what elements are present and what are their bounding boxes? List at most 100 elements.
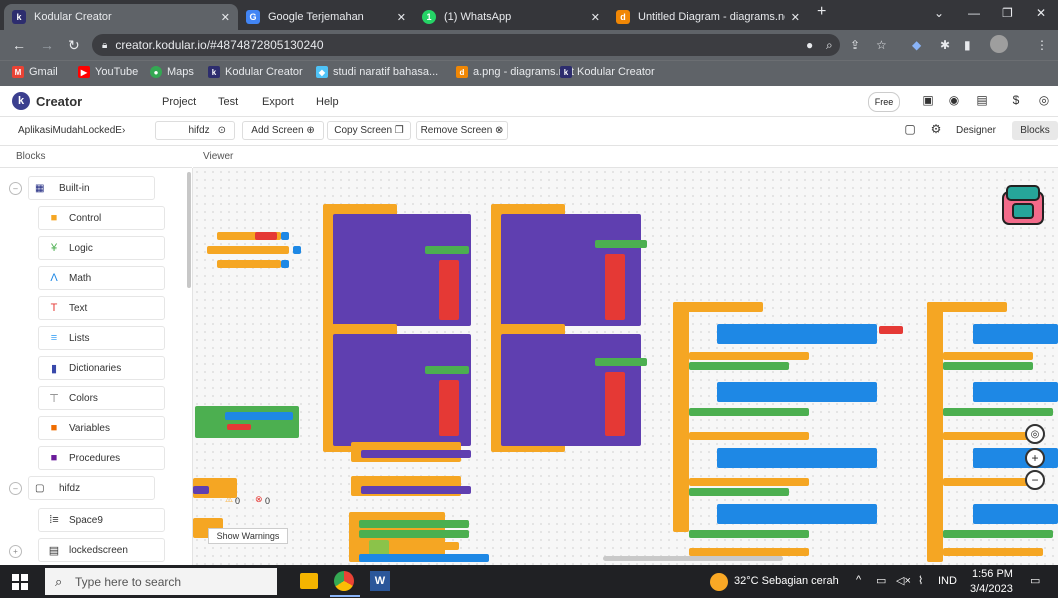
- share-icon[interactable]: ⇪: [850, 38, 860, 52]
- procedure-call-block[interactable]: [193, 486, 209, 494]
- event-block[interactable]: [673, 302, 689, 532]
- screen-group-hifdz[interactable]: ▢ hifdz: [28, 476, 155, 500]
- designer-tab[interactable]: Designer: [950, 121, 1002, 140]
- number-block[interactable]: [281, 260, 289, 268]
- set-global-block[interactable]: [689, 432, 809, 440]
- set-color-block[interactable]: [943, 530, 1053, 538]
- tab-diagrams[interactable]: d Untitled Diagram - diagrams.net ✕: [608, 4, 808, 30]
- set-global-block[interactable]: [943, 352, 1033, 360]
- settings-gear-icon[interactable]: ⚙: [928, 122, 944, 138]
- blocks-tab[interactable]: Blocks: [1012, 121, 1058, 140]
- collapse-icon[interactable]: –: [9, 182, 22, 195]
- component-block[interactable]: [425, 246, 469, 254]
- set-color-block[interactable]: [689, 530, 809, 538]
- global-variable-block[interactable]: [207, 246, 289, 254]
- event-block[interactable]: [927, 302, 943, 562]
- set-visible-block[interactable]: [359, 520, 469, 528]
- bookmark-kodular[interactable]: k Kodular Creator: [208, 66, 303, 78]
- screen-selector[interactable]: hifdz ⊙: [155, 121, 235, 140]
- window-close-icon[interactable]: ✕: [1036, 6, 1046, 20]
- list-select-block[interactable]: [973, 448, 1058, 468]
- chrome-icon[interactable]: [334, 571, 354, 591]
- list-select-block[interactable]: [973, 382, 1058, 402]
- tab-google-translate[interactable]: G Google Terjemahan ✕: [238, 4, 414, 30]
- battery-icon[interactable]: ▭: [876, 574, 886, 587]
- text-block[interactable]: [605, 372, 625, 436]
- bookmark-kodular-2[interactable]: k Kodular Creator: [560, 66, 655, 78]
- category-lists[interactable]: ≡ Lists: [38, 326, 165, 350]
- windows-start-icon[interactable]: [12, 574, 28, 590]
- list-select-block[interactable]: [973, 324, 1058, 344]
- workspace-scrollbar[interactable]: [603, 556, 783, 561]
- file-explorer-icon[interactable]: [300, 573, 318, 589]
- phone-preview-icon[interactable]: ▢: [902, 122, 918, 138]
- zoom-icon[interactable]: ⌕: [826, 38, 833, 53]
- remove-screen-button[interactable]: Remove Screen ⊗: [416, 121, 508, 140]
- text-block[interactable]: [255, 232, 277, 240]
- builtin-group[interactable]: ▦ Built-in: [28, 176, 155, 200]
- tab-kodular-creator[interactable]: k Kodular Creator ✕: [4, 4, 238, 30]
- set-global-block[interactable]: [689, 478, 809, 486]
- backpack-icon[interactable]: [997, 180, 1049, 226]
- set-color-block[interactable]: [689, 488, 789, 496]
- event-header[interactable]: [927, 302, 1007, 312]
- list-select-block[interactable]: [717, 504, 877, 524]
- set-global-block[interactable]: [689, 352, 809, 360]
- tab-whatsapp[interactable]: 1 (1) WhatsApp ✕: [414, 4, 608, 30]
- component-block[interactable]: [595, 358, 647, 366]
- url-bar[interactable]: 🔒︎ creator.kodular.io/#4874872805130240: [92, 34, 840, 56]
- chrome-menu-icon[interactable]: ⋮: [1036, 38, 1048, 52]
- set-global-block[interactable]: [943, 548, 1043, 556]
- projects-icon[interactable]: ▣: [920, 93, 936, 109]
- zoom-in-icon[interactable]: +: [1025, 448, 1045, 468]
- zoom-out-icon[interactable]: −: [1025, 470, 1045, 490]
- taskbar-search-input[interactable]: ⌕ Type here to search: [45, 568, 277, 595]
- expand-icon[interactable]: +: [9, 545, 22, 558]
- tab-search-icon[interactable]: ⌄: [934, 6, 944, 20]
- procedure-call-block[interactable]: [361, 486, 471, 494]
- menu-test[interactable]: Test: [218, 96, 238, 108]
- panel-scrollbar[interactable]: [187, 172, 191, 288]
- back-icon[interactable]: ←: [12, 37, 26, 53]
- bookmark-maps[interactable]: ● Maps: [150, 66, 194, 78]
- copy-screen-button[interactable]: Copy Screen ❐: [327, 121, 411, 140]
- set-color-block[interactable]: [943, 408, 1053, 416]
- wifi-icon[interactable]: ⌇: [918, 574, 923, 587]
- close-icon[interactable]: ✕: [791, 11, 800, 24]
- text-block[interactable]: [879, 326, 903, 334]
- category-procedures[interactable]: ■ Procedures: [38, 446, 165, 470]
- clock-time[interactable]: 1:56 PM: [972, 568, 1013, 580]
- math-block[interactable]: [359, 554, 489, 562]
- category-dictionaries[interactable]: ▮ Dictionaries: [38, 356, 165, 380]
- reload-icon[interactable]: ↻: [68, 37, 80, 54]
- component-lockedscreen[interactable]: ▤ lockedscreen: [38, 538, 165, 562]
- bookmark-youtube[interactable]: ▶ YouTube: [78, 66, 138, 78]
- number-block[interactable]: [293, 246, 301, 254]
- google-icon[interactable]: ●: [806, 38, 813, 52]
- minimize-icon[interactable]: —: [968, 6, 980, 20]
- word-icon[interactable]: W: [370, 571, 390, 591]
- billing-icon[interactable]: $: [1008, 93, 1024, 109]
- set-color-block[interactable]: [943, 362, 1033, 370]
- text-block[interactable]: [605, 254, 625, 320]
- language-indicator[interactable]: IND: [938, 575, 957, 587]
- add-screen-button[interactable]: Add Screen ⊕: [242, 121, 324, 140]
- bookmark-gmail[interactable]: M Gmail: [12, 66, 58, 78]
- category-variables[interactable]: ■ Variables: [38, 416, 165, 440]
- set-color-block[interactable]: [689, 408, 809, 416]
- menu-project[interactable]: Project: [162, 96, 196, 108]
- restore-icon[interactable]: ❐: [1002, 6, 1013, 20]
- procedure-call-block[interactable]: [361, 450, 471, 458]
- menu-export[interactable]: Export: [262, 96, 294, 108]
- recenter-icon[interactable]: ◎: [1025, 424, 1045, 444]
- text-block[interactable]: [227, 424, 251, 430]
- global-variable-block[interactable]: [217, 260, 281, 268]
- menu-help[interactable]: Help: [316, 96, 339, 108]
- close-icon[interactable]: ✕: [591, 11, 600, 24]
- tray-expand-icon[interactable]: ^: [856, 574, 861, 586]
- notification-icon[interactable]: ▭: [1030, 574, 1040, 587]
- category-control[interactable]: ■ Control: [38, 206, 165, 230]
- number-block[interactable]: [281, 232, 289, 240]
- event-header[interactable]: [673, 302, 763, 312]
- companion-icon[interactable]: ◉: [946, 93, 962, 109]
